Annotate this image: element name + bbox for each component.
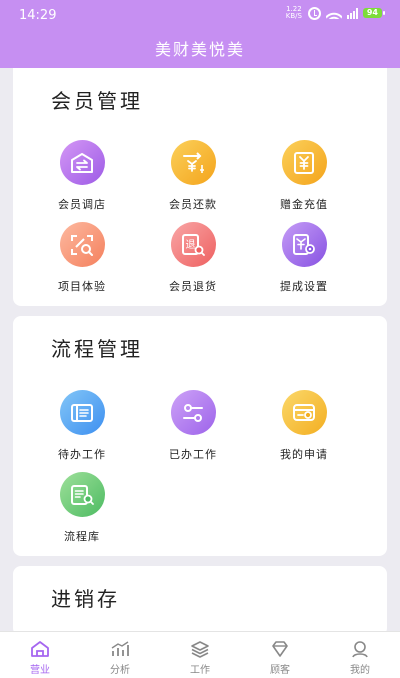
status-icons: 1.22 KB/S 94 — [285, 5, 386, 20]
nav-label: 我的 — [350, 665, 370, 676]
done-work-icon — [170, 390, 216, 435]
nav-item-work[interactable]: 工作 — [160, 632, 240, 678]
item-label: 待办工作 — [58, 448, 106, 461]
nav-item-customer[interactable]: 顾客 — [240, 632, 320, 678]
page-title: 美财美悦美 — [154, 40, 245, 59]
item-process-library[interactable]: 流程库 — [37, 472, 127, 544]
process-library-icon — [59, 472, 105, 517]
status-time: 14:29 — [19, 8, 57, 23]
item-member-return[interactable]: 退 会员退货 — [148, 222, 238, 294]
item-label: 我的申请 — [280, 448, 328, 461]
signal-icon — [346, 7, 358, 19]
alarm-icon — [307, 6, 321, 20]
analysis-icon — [80, 640, 160, 658]
battery-indicator: 94 — [362, 8, 386, 18]
item-done-work[interactable]: 已办工作 — [148, 390, 238, 462]
item-project-trial[interactable]: 项目体验 — [37, 222, 127, 294]
item-label: 已办工作 — [169, 448, 217, 461]
nav-label: 工作 — [190, 665, 210, 676]
item-todo-work[interactable]: 待办工作 — [37, 390, 127, 462]
todo-work-icon — [59, 390, 105, 435]
section-title: 进销存 — [51, 587, 120, 611]
my-application-icon — [281, 390, 327, 435]
nav-item-business[interactable]: 营业 — [0, 632, 80, 678]
item-label: 流程库 — [64, 530, 100, 543]
profile-icon — [320, 640, 400, 658]
app-header: 14:29 1.22 KB/S 94 美财美悦美 — [0, 0, 400, 68]
item-label: 会员退货 — [169, 280, 217, 293]
gift-recharge-icon — [281, 140, 327, 185]
layers-icon — [160, 640, 240, 658]
commission-settings-icon — [281, 222, 327, 267]
section-title: 流程管理 — [51, 337, 143, 361]
item-my-application[interactable]: 我的申请 — [259, 390, 349, 462]
item-member-repay[interactable]: 会员还款 — [148, 140, 238, 212]
status-bar: 14:29 1.22 KB/S 94 — [0, 0, 400, 28]
nav-label: 分析 — [110, 665, 130, 676]
nav-item-mine[interactable]: 我的 — [320, 632, 400, 678]
svg-text:退: 退 — [186, 239, 196, 251]
nav-item-analysis[interactable]: 分析 — [80, 632, 160, 678]
item-label: 会员还款 — [169, 198, 217, 211]
item-bonus-recharge[interactable]: 赠金充值 — [259, 140, 349, 212]
section-process-management: 流程管理 待办工作 已办工作 我的申请 流程库 — [13, 316, 387, 556]
section-inventory: 进销存 — [13, 566, 387, 636]
home-icon — [0, 640, 80, 658]
shop-transfer-icon — [59, 140, 105, 185]
item-commission-settings[interactable]: 提成设置 — [259, 222, 349, 294]
nav-label: 顾客 — [270, 665, 290, 676]
repay-icon — [170, 140, 216, 185]
item-member-transfer-store[interactable]: 会员调店 — [37, 140, 127, 212]
bottom-nav: 营业 分析 工作 顾客 我的 — [0, 631, 400, 678]
section-title: 会员管理 — [51, 89, 143, 113]
customer-icon — [240, 640, 320, 658]
project-trial-icon — [59, 222, 105, 267]
return-goods-icon: 退 — [170, 222, 216, 267]
section-member-management: 会员管理 会员调店 会员还款 赠金充值 项目体验 退 会员退货 提成设置 — [13, 68, 387, 306]
item-label: 会员调店 — [58, 198, 106, 211]
nav-label: 营业 — [30, 665, 50, 676]
item-label: 提成设置 — [280, 280, 328, 293]
item-label: 赠金充值 — [280, 198, 328, 211]
item-label: 项目体验 — [58, 280, 106, 293]
wifi-icon — [325, 7, 342, 19]
network-speed: 1.22 KB/S — [285, 5, 302, 20]
